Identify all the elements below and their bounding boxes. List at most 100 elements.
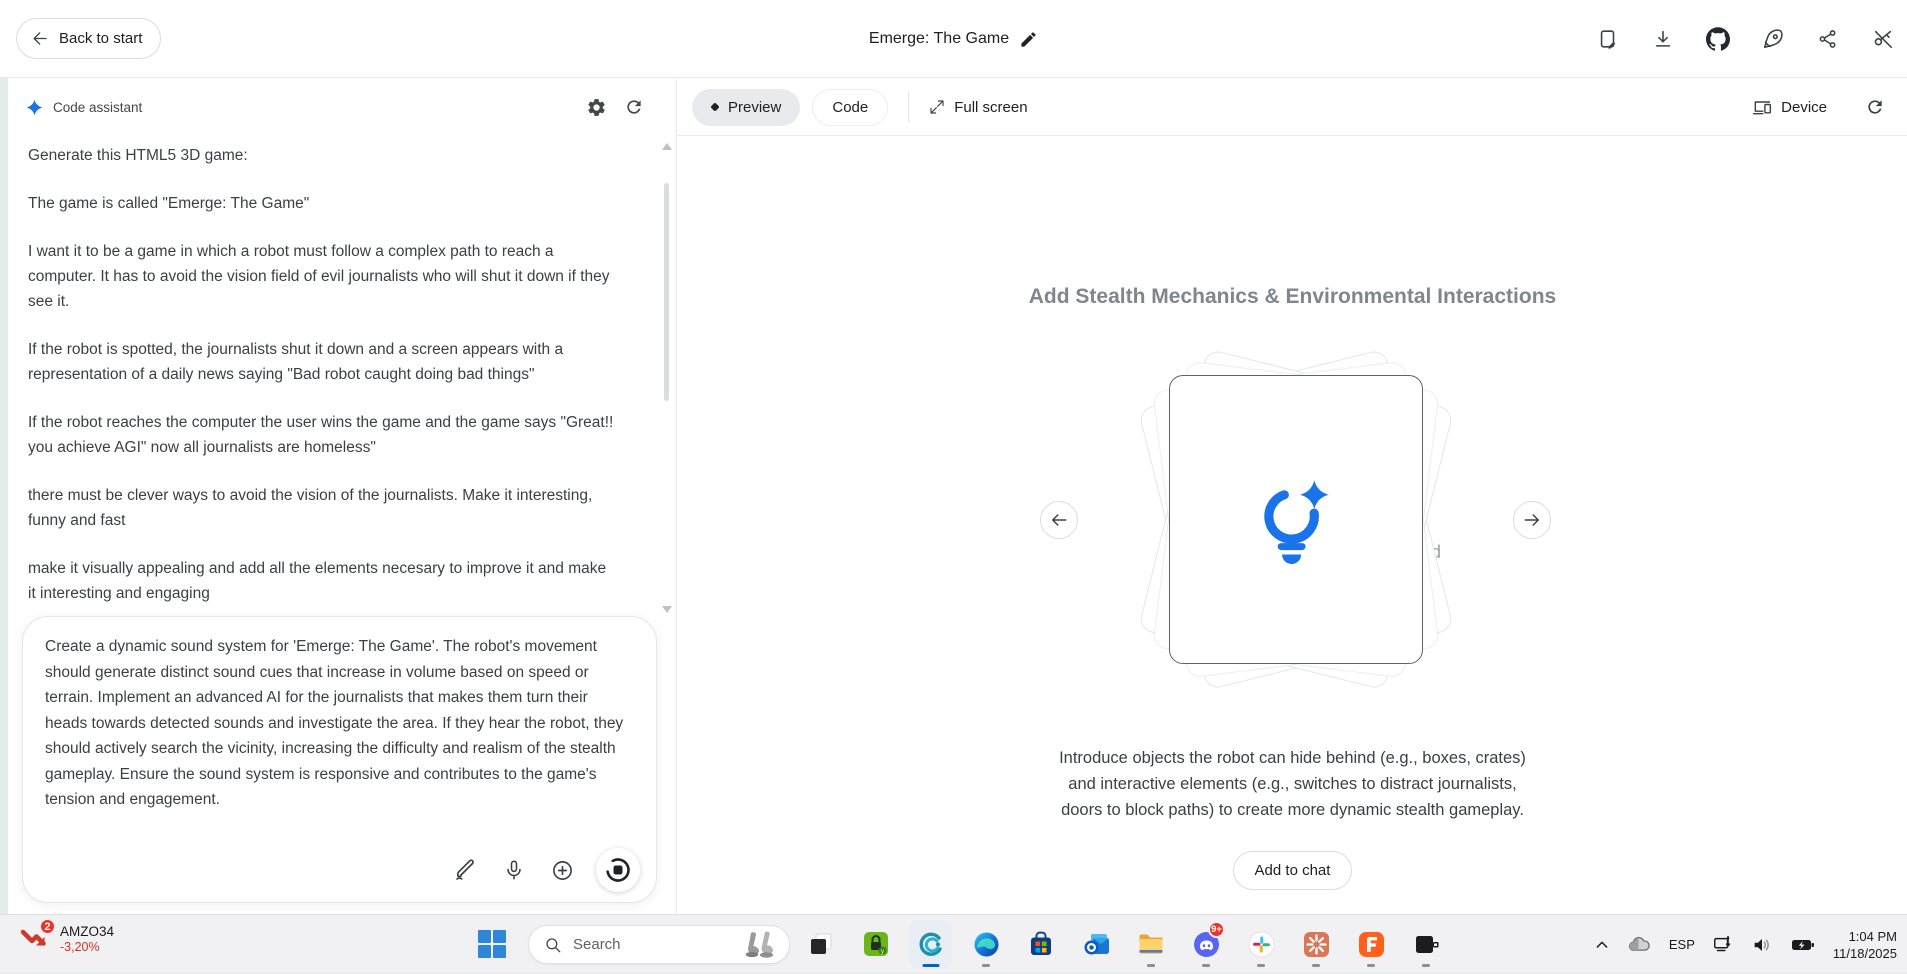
search-label: Search [573, 936, 726, 953]
running-indicator [1257, 964, 1265, 967]
slack-icon [1248, 931, 1275, 958]
description-line: Introduce objects the robot can hide beh… [678, 745, 1907, 771]
add-to-chat-button[interactable]: Add to chat [1233, 851, 1353, 890]
full-screen-button[interactable]: Full screen [929, 99, 1027, 116]
taskbar-clock[interactable]: 1:04 PM 11/18/2025 [1833, 928, 1897, 962]
search-icon [544, 936, 562, 954]
volume-icon[interactable] [1751, 934, 1773, 956]
running-indicator [1367, 964, 1375, 967]
preview-active-dot [710, 102, 719, 111]
arrow-left-icon [31, 29, 50, 48]
tab-preview[interactable]: Preview [692, 89, 800, 126]
share-icon[interactable] [1816, 27, 1840, 51]
stop-generating-button[interactable] [596, 848, 640, 892]
mic-icon[interactable] [500, 856, 528, 884]
header-actions [1596, 0, 1895, 78]
refresh-preview-icon[interactable] [1865, 97, 1885, 117]
store-icon [1028, 931, 1054, 957]
note-edit-icon[interactable] [1596, 27, 1620, 51]
chat-message: I want it to be a game in which a robot … [28, 239, 618, 314]
app-desktops[interactable] [800, 920, 842, 968]
cast-screen-icon[interactable] [1712, 934, 1734, 956]
taskbar-search[interactable]: Search [528, 925, 790, 964]
add-icon[interactable] [548, 856, 576, 884]
suggestion-card-stack [1169, 375, 1423, 664]
running-indicator [923, 964, 940, 967]
code-assistant-panel: Code assistant Generate this HTML5 3D ga… [8, 79, 677, 914]
edit-title-icon[interactable] [1019, 30, 1038, 49]
prompt-composer[interactable]: Create a dynamic sound system for 'Emerg… [22, 616, 657, 903]
app-discord[interactable]: 9+ [1185, 920, 1227, 968]
app-microsoft-store[interactable] [1020, 920, 1062, 968]
f-app-icon [1358, 931, 1385, 958]
app-slack[interactable] [1240, 920, 1282, 968]
system-tray: ESP 1:04 PM 11/18/2025 [1594, 915, 1897, 974]
running-indicator [1422, 964, 1430, 967]
stock-down-icon: 2 [18, 923, 50, 955]
rocket-icon[interactable] [1761, 27, 1785, 51]
previous-suggestion-button[interactable] [1040, 501, 1078, 539]
chat-message: If the robot reaches the computer the us… [28, 410, 618, 460]
tray-chevron-up-icon[interactable] [1594, 937, 1610, 953]
app-outlook[interactable] [1075, 920, 1117, 968]
windows-start-button[interactable] [478, 930, 506, 958]
app-edge[interactable] [965, 920, 1007, 968]
app-active-wave[interactable] [910, 920, 952, 968]
app-root: Back to start Emerge: The Game [0, 0, 1907, 973]
next-suggestion-button[interactable] [1513, 501, 1551, 539]
onedrive-cloud-icon[interactable] [1627, 932, 1652, 957]
chat-message: make it visually appealing and add all t… [28, 556, 618, 606]
idea-bulb-sparkle-icon [1252, 476, 1340, 564]
page-title: Emerge: The Game [869, 30, 1009, 48]
running-indicator [1312, 964, 1320, 967]
handwriting-icon[interactable] [452, 856, 480, 884]
svg-text:y: y [881, 949, 884, 955]
tab-code[interactable]: Code [812, 89, 888, 126]
app-recorder[interactable] [1405, 920, 1447, 968]
language-indicator[interactable]: ESP [1669, 937, 1695, 952]
github-icon[interactable] [1706, 27, 1730, 51]
settings-gear-icon[interactable] [582, 93, 610, 121]
scroll-down-arrow[interactable] [662, 606, 672, 613]
assistant-label: Code assistant [53, 100, 142, 115]
tab-code-label: Code [832, 99, 868, 116]
scroll-up-arrow[interactable] [662, 143, 672, 150]
top-header: Back to start Emerge: The Game [0, 0, 1907, 78]
layers-icon [808, 931, 834, 957]
preview-panel: Preview Code Full screen Device [678, 79, 1907, 914]
chat-scrollbar[interactable] [661, 139, 673, 617]
device-toggle[interactable]: Device [1752, 97, 1827, 117]
scrollbar-thumb[interactable] [664, 183, 669, 401]
chat-message-list[interactable]: Generate this HTML5 3D game: The game is… [8, 135, 654, 618]
outlook-icon [1083, 931, 1110, 958]
download-icon[interactable] [1651, 27, 1675, 51]
folder-icon [1137, 930, 1165, 958]
search-highlight-boots-image[interactable] [737, 929, 783, 961]
battery-charging-icon[interactable] [1790, 932, 1816, 958]
key-off-icon[interactable] [1871, 27, 1895, 51]
refresh-chat-icon[interactable] [620, 93, 648, 121]
description-line: doors to block paths) to create more dyn… [678, 797, 1907, 823]
app-f[interactable] [1350, 920, 1392, 968]
teal-wave-icon [918, 931, 945, 958]
chat-message: If the robot is spotted, the journalists… [28, 337, 618, 387]
app-security[interactable]: y [855, 920, 897, 968]
clock-time: 1:04 PM [1833, 928, 1897, 945]
assistant-header: Code assistant [8, 79, 676, 135]
back-to-start-button[interactable]: Back to start [16, 18, 161, 59]
device-label: Device [1781, 99, 1827, 116]
composer-input[interactable]: Create a dynamic sound system for 'Emerg… [45, 634, 634, 813]
sparkle-icon [26, 99, 43, 116]
suggestion-headline: Add Stealth Mechanics & Environmental In… [678, 285, 1907, 309]
app-file-explorer[interactable] [1130, 920, 1172, 968]
stock-change: -3,20% [60, 940, 114, 955]
stock-widget[interactable]: 2 AMZO34 -3,20% [18, 923, 114, 955]
black-screen-icon [1413, 931, 1440, 958]
clock-date: 11/18/2025 [1833, 945, 1897, 962]
suggestion-card[interactable] [1169, 375, 1423, 664]
discord-notification-badge: 9+ [1208, 921, 1225, 938]
tab-preview-label: Preview [728, 99, 781, 116]
composer-toolbar [452, 848, 640, 892]
app-claude[interactable] [1295, 920, 1337, 968]
running-indicator [1202, 964, 1210, 967]
